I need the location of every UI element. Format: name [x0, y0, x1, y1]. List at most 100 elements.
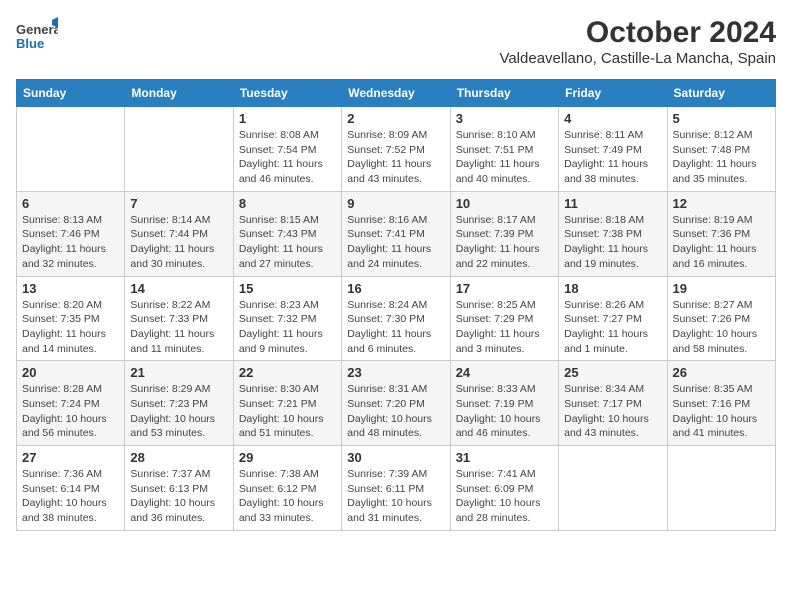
- day-info: Sunrise: 8:30 AMSunset: 7:21 PMDaylight:…: [239, 382, 336, 441]
- day-info: Sunrise: 7:36 AMSunset: 6:14 PMDaylight:…: [22, 467, 119, 526]
- page-header: General Blue October 2024 Valdeavellano,…: [16, 16, 776, 67]
- day-number: 3: [456, 111, 553, 126]
- calendar-day-cell: 14Sunrise: 8:22 AMSunset: 7:33 PMDayligh…: [125, 276, 233, 361]
- day-number: 17: [456, 281, 553, 296]
- day-info: Sunrise: 8:09 AMSunset: 7:52 PMDaylight:…: [347, 128, 444, 187]
- calendar-day-cell: 2 Sunrise: 8:09 AMSunset: 7:52 PMDaylight…: [342, 107, 450, 192]
- calendar-day-cell: 7 Sunrise: 8:14 AMSunset: 7:44 PMDaylight…: [125, 191, 233, 276]
- day-number: 27: [22, 450, 119, 465]
- day-number: 1: [239, 111, 336, 126]
- day-info: Sunrise: 7:37 AMSunset: 6:13 PMDaylight:…: [130, 467, 227, 526]
- calendar-day-cell: 29 Sunrise: 7:38 AMSunset: 6:12 PMDayligh…: [233, 446, 341, 531]
- day-number: 20: [22, 365, 119, 380]
- day-number: 15: [239, 281, 336, 296]
- day-info: Sunrise: 8:31 AMSunset: 7:20 PMDaylight:…: [347, 382, 444, 441]
- calendar-day-header: Monday: [125, 80, 233, 107]
- day-info: Sunrise: 8:15 AMSunset: 7:43 PMDaylight:…: [239, 213, 336, 272]
- day-info: Sunrise: 7:41 AMSunset: 6:09 PMDaylight:…: [456, 467, 553, 526]
- day-number: 25: [564, 365, 661, 380]
- calendar-header-row: SundayMondayTuesdayWednesdayThursdayFrid…: [17, 80, 776, 107]
- day-info: Sunrise: 8:18 AMSunset: 7:38 PMDaylight:…: [564, 213, 661, 272]
- day-number: 23: [347, 365, 444, 380]
- day-number: 4: [564, 111, 661, 126]
- calendar-day-header: Friday: [559, 80, 667, 107]
- calendar-day-header: Tuesday: [233, 80, 341, 107]
- logo: General Blue: [16, 16, 58, 58]
- logo-graphic: General Blue: [16, 16, 58, 58]
- day-number: 10: [456, 196, 553, 211]
- calendar-week-row: 1Sunrise: 8:08 AMSunset: 7:54 PMDaylight…: [17, 107, 776, 192]
- day-number: 8: [239, 196, 336, 211]
- day-number: 29: [239, 450, 336, 465]
- calendar-day-cell: 23 Sunrise: 8:31 AMSunset: 7:20 PMDayligh…: [342, 361, 450, 446]
- calendar-day-cell: [17, 107, 125, 192]
- calendar-day-header: Sunday: [17, 80, 125, 107]
- calendar-day-header: Wednesday: [342, 80, 450, 107]
- calendar-day-cell: 6 Sunrise: 8:13 AMSunset: 7:46 PMDaylight…: [17, 191, 125, 276]
- day-info: Sunrise: 8:35 AMSunset: 7:16 PMDaylight:…: [673, 382, 770, 441]
- day-number: 2: [347, 111, 444, 126]
- calendar-day-cell: 10 Sunrise: 8:17 AMSunset: 7:39 PMDayligh…: [450, 191, 558, 276]
- svg-text:Blue: Blue: [16, 36, 44, 51]
- day-number: 19: [673, 281, 770, 296]
- calendar-table: SundayMondayTuesdayWednesdayThursdayFrid…: [16, 79, 776, 531]
- day-info: Sunrise: 8:16 AMSunset: 7:41 PMDaylight:…: [347, 213, 444, 272]
- calendar-day-cell: [667, 446, 775, 531]
- day-number: 24: [456, 365, 553, 380]
- calendar-day-cell: 11Sunrise: 8:18 AMSunset: 7:38 PMDayligh…: [559, 191, 667, 276]
- day-info: Sunrise: 8:24 AMSunset: 7:30 PMDaylight:…: [347, 298, 444, 357]
- day-number: 7: [130, 196, 227, 211]
- calendar-day-cell: 22Sunrise: 8:30 AMSunset: 7:21 PMDayligh…: [233, 361, 341, 446]
- calendar-day-cell: 13 Sunrise: 8:20 AMSunset: 7:35 PMDayligh…: [17, 276, 125, 361]
- calendar-week-row: 6 Sunrise: 8:13 AMSunset: 7:46 PMDaylight…: [17, 191, 776, 276]
- title-block: October 2024 Valdeavellano, Castille-La …: [499, 16, 776, 67]
- day-info: Sunrise: 8:29 AMSunset: 7:23 PMDaylight:…: [130, 382, 227, 441]
- calendar-day-cell: 17 Sunrise: 8:25 AMSunset: 7:29 PMDayligh…: [450, 276, 558, 361]
- day-info: Sunrise: 8:17 AMSunset: 7:39 PMDaylight:…: [456, 213, 553, 272]
- day-info: Sunrise: 8:26 AMSunset: 7:27 PMDaylight:…: [564, 298, 661, 357]
- calendar-day-header: Saturday: [667, 80, 775, 107]
- calendar-week-row: 20 Sunrise: 8:28 AMSunset: 7:24 PMDayligh…: [17, 361, 776, 446]
- day-number: 6: [22, 196, 119, 211]
- calendar-day-cell: 28 Sunrise: 7:37 AMSunset: 6:13 PMDayligh…: [125, 446, 233, 531]
- day-number: 31: [456, 450, 553, 465]
- day-info: Sunrise: 8:22 AMSunset: 7:33 PMDaylight:…: [130, 298, 227, 357]
- calendar-day-cell: 9 Sunrise: 8:16 AMSunset: 7:41 PMDaylight…: [342, 191, 450, 276]
- calendar-day-cell: 26Sunrise: 8:35 AMSunset: 7:16 PMDayligh…: [667, 361, 775, 446]
- page-subtitle: Valdeavellano, Castille-La Mancha, Spain: [499, 50, 776, 67]
- calendar-day-cell: 27 Sunrise: 7:36 AMSunset: 6:14 PMDayligh…: [17, 446, 125, 531]
- calendar-day-cell: 21Sunrise: 8:29 AMSunset: 7:23 PMDayligh…: [125, 361, 233, 446]
- day-info: Sunrise: 8:19 AMSunset: 7:36 PMDaylight:…: [673, 213, 770, 272]
- day-number: 28: [130, 450, 227, 465]
- calendar-day-cell: 5Sunrise: 8:12 AMSunset: 7:48 PMDaylight…: [667, 107, 775, 192]
- day-info: Sunrise: 8:28 AMSunset: 7:24 PMDaylight:…: [22, 382, 119, 441]
- day-info: Sunrise: 8:10 AMSunset: 7:51 PMDaylight:…: [456, 128, 553, 187]
- day-info: Sunrise: 8:20 AMSunset: 7:35 PMDaylight:…: [22, 298, 119, 357]
- day-info: Sunrise: 8:34 AMSunset: 7:17 PMDaylight:…: [564, 382, 661, 441]
- day-info: Sunrise: 8:23 AMSunset: 7:32 PMDaylight:…: [239, 298, 336, 357]
- calendar-day-cell: 12Sunrise: 8:19 AMSunset: 7:36 PMDayligh…: [667, 191, 775, 276]
- day-number: 13: [22, 281, 119, 296]
- logo: General Blue: [16, 16, 58, 58]
- calendar-week-row: 27 Sunrise: 7:36 AMSunset: 6:14 PMDayligh…: [17, 446, 776, 531]
- calendar-day-cell: 20 Sunrise: 8:28 AMSunset: 7:24 PMDayligh…: [17, 361, 125, 446]
- calendar-day-cell: [559, 446, 667, 531]
- calendar-body: 1Sunrise: 8:08 AMSunset: 7:54 PMDaylight…: [17, 107, 776, 531]
- calendar-day-cell: 30Sunrise: 7:39 AMSunset: 6:11 PMDayligh…: [342, 446, 450, 531]
- day-info: Sunrise: 7:38 AMSunset: 6:12 PMDaylight:…: [239, 467, 336, 526]
- calendar-day-cell: 18 Sunrise: 8:26 AMSunset: 7:27 PMDayligh…: [559, 276, 667, 361]
- day-number: 9: [347, 196, 444, 211]
- day-info: Sunrise: 7:39 AMSunset: 6:11 PMDaylight:…: [347, 467, 444, 526]
- day-info: Sunrise: 8:25 AMSunset: 7:29 PMDaylight:…: [456, 298, 553, 357]
- day-number: 18: [564, 281, 661, 296]
- calendar-day-cell: 3 Sunrise: 8:10 AMSunset: 7:51 PMDaylight…: [450, 107, 558, 192]
- day-info: Sunrise: 8:13 AMSunset: 7:46 PMDaylight:…: [22, 213, 119, 272]
- calendar-day-cell: 15 Sunrise: 8:23 AMSunset: 7:32 PMDayligh…: [233, 276, 341, 361]
- day-info: Sunrise: 8:11 AMSunset: 7:49 PMDaylight:…: [564, 128, 661, 187]
- calendar-day-cell: 25 Sunrise: 8:34 AMSunset: 7:17 PMDayligh…: [559, 361, 667, 446]
- calendar-day-cell: 1Sunrise: 8:08 AMSunset: 7:54 PMDaylight…: [233, 107, 341, 192]
- calendar-day-cell: 4 Sunrise: 8:11 AMSunset: 7:49 PMDaylight…: [559, 107, 667, 192]
- day-number: 5: [673, 111, 770, 126]
- day-info: Sunrise: 8:14 AMSunset: 7:44 PMDaylight:…: [130, 213, 227, 272]
- calendar-day-cell: 19Sunrise: 8:27 AMSunset: 7:26 PMDayligh…: [667, 276, 775, 361]
